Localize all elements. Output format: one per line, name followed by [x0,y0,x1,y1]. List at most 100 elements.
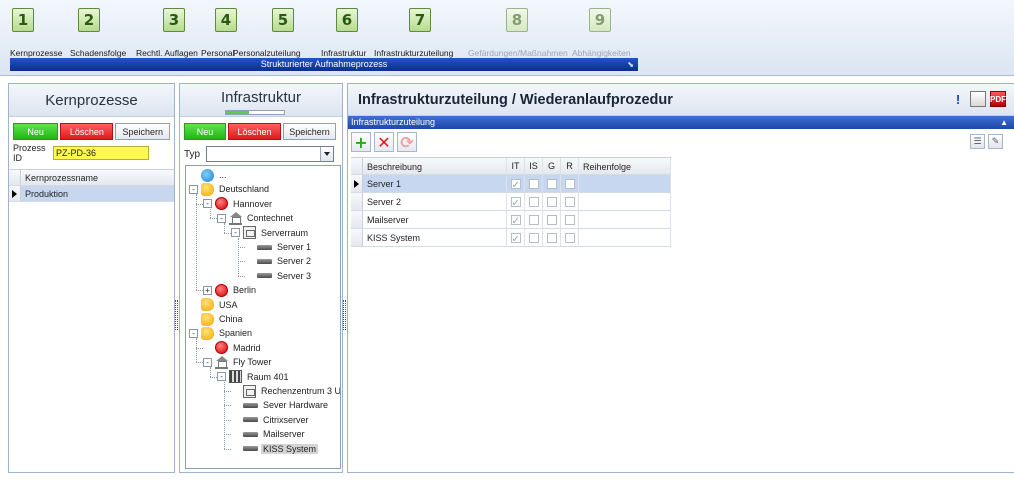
tree-node[interactable]: USA [189,298,240,312]
list-view-icon[interactable]: ☰ [970,134,985,149]
r-checkbox[interactable] [564,232,575,243]
table-row[interactable]: Produktion [9,186,174,202]
row-selector[interactable] [351,211,363,228]
collapse-icon[interactable]: - [189,328,198,338]
tree-node[interactable]: Sever Hardware [231,398,330,412]
g-column-header[interactable]: G [543,158,561,174]
tree-node[interactable]: - Fly Tower [203,355,273,369]
table-row[interactable]: Mailserver [351,211,671,231]
add-icon[interactable]: + [351,132,371,152]
tab-label[interactable]: Abhängigkeiten [572,48,631,58]
reihenfolge-cell[interactable] [579,175,671,192]
tree-node-label[interactable]: Server 1 [275,242,313,252]
process-id-input[interactable]: PZ-PD-36 [53,146,149,160]
kernprozess-save-button[interactable]: Speichern [115,123,170,140]
dialog-launcher-icon[interactable]: ⬊ [627,58,634,71]
pdf-icon[interactable]: PDF [990,91,1006,107]
kernprozessname-column-header[interactable]: Kernprozessname [21,170,98,185]
collapse-icon[interactable]: - [189,184,198,194]
it-checkbox[interactable] [510,213,521,231]
beschreibung-cell[interactable]: Server 2 [363,193,507,210]
collapse-icon[interactable]: - [217,213,226,223]
r-checkbox[interactable] [564,214,575,225]
tree-node[interactable]: KISS System [231,442,319,456]
r-column-header[interactable]: R [561,158,579,174]
tree-node[interactable]: Server 2 [245,254,313,268]
is-checkbox[interactable] [528,178,539,189]
tab-label[interactable]: Kernprozesse [10,48,62,58]
tree-node[interactable]: Server 3 [245,269,313,283]
tree-node-label[interactable]: Raum 401 [245,372,291,382]
tree-node-label[interactable]: Sever Hardware [261,400,330,410]
beschreibung-cell[interactable]: Server 1 [363,175,507,192]
tab-abhängigkeiten[interactable]: 9 [589,8,611,32]
beschreibung-cell[interactable]: Mailserver [363,211,507,228]
tree-node-label[interactable]: Rechenzentrum 3 UG [259,386,340,396]
tab-personal[interactable]: 4 [215,8,237,32]
table-row[interactable]: Server 1 [351,175,671,195]
chevron-down-icon[interactable] [320,147,334,161]
tab-label[interactable]: Schadensfolge [70,48,126,58]
tree-node-label[interactable]: Server 2 [275,256,313,266]
tab-schadensfolge[interactable]: 2 [78,8,100,32]
tab-label[interactable]: Gefärdungen/Maßnahmen [468,48,568,58]
g-checkbox[interactable] [546,178,557,189]
collapse-icon[interactable]: - [203,357,212,367]
tree-node[interactable]: - Hannover [203,197,274,211]
kernprozess-delete-button[interactable]: Löschen [60,123,114,140]
tab-rechtl-auflagen[interactable]: 3 [163,8,185,32]
g-checkbox[interactable] [546,232,557,243]
tab-personalzuteilung[interactable]: 5 [272,8,294,32]
tree-node-label[interactable]: Berlin [231,285,258,295]
tree-node-label[interactable]: Madrid [231,343,263,353]
reihenfolge-cell[interactable] [579,229,671,246]
beschreibung-cell[interactable]: KISS System [363,229,507,246]
g-checkbox[interactable] [546,196,557,207]
tree-node[interactable]: ... [189,168,229,182]
tree-node-label[interactable]: ... [217,170,229,180]
tree-node-label[interactable]: Deutschland [217,184,271,194]
reihenfolge-cell[interactable] [579,211,671,228]
collapse-icon[interactable]: - [217,372,226,382]
tree-node-label[interactable]: KISS System [261,443,319,454]
tree-node[interactable]: - Contechnet [217,211,295,225]
tree-node[interactable]: Rechenzentrum 3 UG [231,384,340,398]
g-checkbox[interactable] [546,214,557,225]
tree-node[interactable]: China [189,312,245,326]
tree-node-label[interactable]: Mailserver [261,429,307,439]
tree-node[interactable]: + Berlin [203,283,258,297]
is-checkbox[interactable] [528,196,539,207]
tab-label[interactable]: Personal [201,48,235,58]
left-splitter[interactable] [175,300,178,330]
expand-icon[interactable]: + [203,285,212,295]
it-checkbox[interactable] [510,195,521,213]
it-column-header[interactable]: IT [507,158,525,174]
tab-label[interactable]: Personalzuteilung [233,48,301,58]
is-checkbox[interactable] [528,214,539,225]
reihenfolge-column-header[interactable]: Reihenfolge [579,158,671,174]
tree-node[interactable]: Madrid [203,341,263,355]
tab-label[interactable]: Rechtl. Auflagen [136,48,198,58]
tab-gefärdungen-maßnahmen[interactable]: 8 [506,8,528,32]
table-row[interactable]: KISS System [351,229,671,249]
tree-node-label[interactable]: Hannover [231,199,274,209]
kernprozess-new-button[interactable]: Neu [13,123,59,140]
tree-node-label[interactable]: China [217,314,245,324]
tree-node[interactable]: Citrixserver [231,413,311,427]
tab-infrastrukturzuteilung[interactable]: 7 [409,8,431,32]
is-column-header[interactable]: IS [525,158,543,174]
reihenfolge-cell[interactable] [579,193,671,210]
tree-node[interactable]: - Raum 401 [217,370,291,384]
it-checkbox[interactable] [510,177,521,195]
tab-label[interactable]: Infrastruktur [321,48,366,58]
tree-node[interactable]: - Serverraum [231,226,310,240]
tree-node-label[interactable]: Spanien [217,328,254,338]
tree-node-label[interactable]: Contechnet [245,213,295,223]
infrastruktur-new-button[interactable]: Neu [184,123,226,140]
beschreibung-column-header[interactable]: Beschreibung [363,158,507,174]
collapse-icon[interactable]: - [231,228,240,238]
infrastruktur-delete-button[interactable]: Löschen [228,123,281,140]
zoom-slider[interactable] [225,110,285,115]
right-splitter[interactable] [343,300,346,330]
report-icon[interactable] [970,91,986,107]
